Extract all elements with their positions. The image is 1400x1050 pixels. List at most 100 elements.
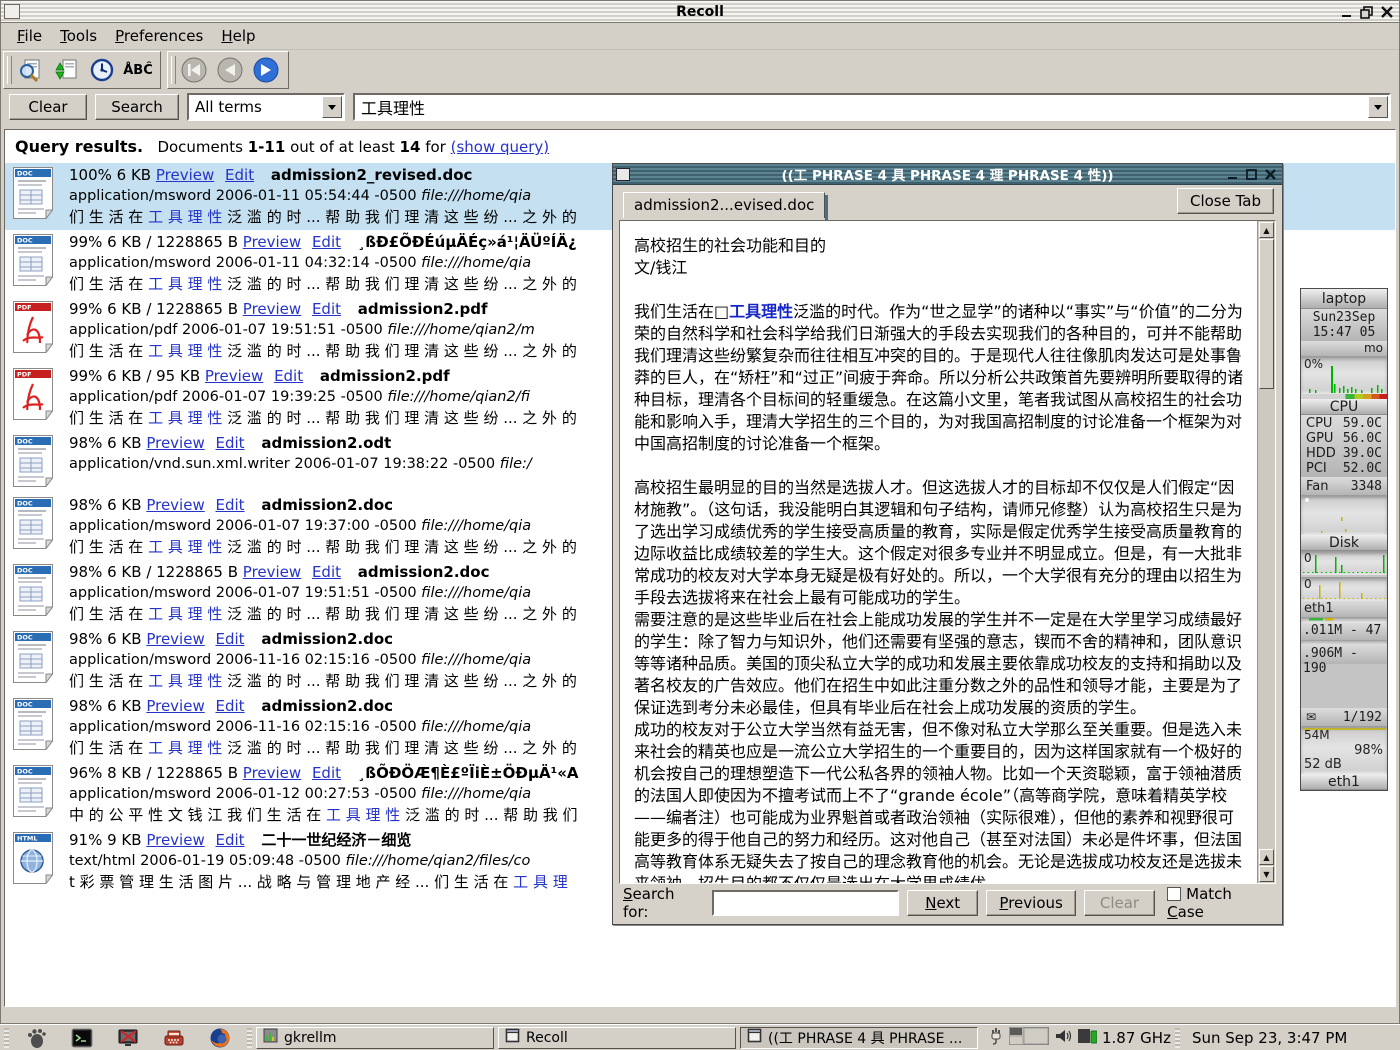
panel-handle[interactable] — [4, 1028, 9, 1048]
typewriter-icon[interactable] — [160, 1027, 188, 1049]
taskbar-task-recoll[interactable]: Recoll — [498, 1027, 736, 1049]
gnome-foot-icon[interactable] — [22, 1027, 50, 1049]
preview-document-text[interactable]: 高校招生的社会功能和目的文/钱江我们生活在□工具理性泛滥的时代。作为“世之显学”… — [620, 221, 1256, 883]
edit-link[interactable]: Edit — [216, 496, 245, 514]
edit-link[interactable]: Edit — [216, 630, 245, 648]
minimize-icon[interactable] — [1340, 5, 1354, 19]
edit-link[interactable]: Edit — [216, 697, 245, 715]
taskbar-task-phrase-4-phrase[interactable]: ((工 PHRASE 4 具 PHRASE ... — [740, 1027, 978, 1049]
taskbar-task-gkrellm[interactable]: gkrellm — [256, 1027, 494, 1049]
firefox-icon[interactable] — [206, 1027, 234, 1049]
workspace-switcher[interactable] — [1009, 1027, 1049, 1049]
preview-link[interactable]: Preview — [146, 434, 204, 452]
preview-link[interactable]: Preview — [146, 496, 204, 514]
system-tray: 1.87 GHz — [988, 1027, 1171, 1049]
preview-titlebar[interactable]: ((工 PHRASE 4 具 PHRASE 4 理 PHRASE 4 性)) — [613, 164, 1282, 185]
result-mime-line: application/msword 2006-01-12 00:27:53 -… — [69, 784, 579, 805]
result-url: file:///home/qia — [421, 188, 531, 204]
preview-link[interactable]: Preview — [146, 831, 204, 849]
next-page-icon[interactable] — [250, 55, 282, 85]
task-label: ((工 PHRASE 4 具 PHRASE ... — [768, 1028, 962, 1048]
checkbox-icon[interactable] — [1167, 887, 1181, 901]
edit-link[interactable]: Edit — [274, 367, 303, 385]
edit-link[interactable]: Edit — [216, 831, 245, 849]
gkrellm-monitor[interactable]: laptop Sun23Sep 15:47 05 mo 0% CPU CPU59… — [1300, 288, 1388, 791]
first-page-icon[interactable] — [178, 55, 210, 85]
main-titlebar[interactable]: Recoll — [1, 1, 1399, 23]
scroll-down-icon[interactable]: ▼ — [1259, 866, 1274, 882]
display-off-icon[interactable] — [114, 1027, 142, 1049]
scrollbar-thumb[interactable] — [1259, 239, 1274, 389]
mail-readout: ✉ 1/192 — [1301, 708, 1387, 726]
menu-help[interactable]: Help — [213, 24, 263, 48]
chevron-down-icon[interactable] — [1368, 96, 1388, 118]
edit-link[interactable]: Edit — [312, 233, 341, 251]
gkrellm-marquee: mo — [1301, 341, 1387, 356]
preview-link[interactable]: Preview — [156, 166, 214, 184]
menu-preferences[interactable]: Preferences — [107, 24, 211, 48]
result-snippet: 们 生 活 在 工 具 理 性 泛 滥 的 时 ... 帮 助 我 们 理 清 … — [69, 537, 577, 558]
preview-tab[interactable]: admission2...evised.doc — [623, 192, 825, 218]
panel-handle[interactable] — [247, 1028, 252, 1048]
results-total: 14 — [400, 138, 421, 156]
preview-tab-bar: admission2...evised.doc Close Tab — [613, 185, 1282, 218]
find-previous-button[interactable]: Previous — [986, 890, 1075, 916]
edit-link[interactable]: Edit — [216, 434, 245, 452]
show-query-link[interactable]: (show query) — [451, 138, 550, 156]
maximize-icon[interactable] — [1360, 5, 1374, 19]
find-clear-button[interactable]: Clear — [1084, 890, 1155, 916]
find-input[interactable] — [712, 890, 899, 916]
preview-link[interactable]: Preview — [243, 233, 301, 251]
panel-handle[interactable] — [1175, 1028, 1180, 1048]
cpufreq-icon[interactable] — [1077, 1027, 1097, 1049]
sensor-hdd: HDD39.0C — [1301, 446, 1387, 461]
document-history-icon[interactable] — [86, 55, 118, 85]
search-mode-value: All terms — [195, 98, 262, 116]
clear-button[interactable]: Clear — [9, 94, 87, 120]
search-button[interactable]: Search — [95, 94, 179, 120]
advanced-search-icon[interactable] — [14, 55, 46, 85]
preview-link[interactable]: Preview — [205, 367, 263, 385]
preview-link[interactable]: Preview — [146, 697, 204, 715]
menubar: FileToolsPreferencesHelp — [1, 23, 1399, 50]
close-tab-button[interactable]: Close Tab — [1177, 188, 1274, 214]
result-url: file:///home/qian2/files/co — [346, 853, 531, 869]
result-relevance-size: 98% 6 KB — [69, 496, 146, 514]
preview-link[interactable]: Preview — [243, 300, 301, 318]
chevron-down-icon[interactable] — [322, 96, 342, 118]
task-label: Recoll — [526, 1030, 568, 1046]
edit-link[interactable]: Edit — [312, 300, 341, 318]
pdf-file-icon: PDF — [13, 366, 69, 429]
search-mode-select[interactable]: All terms — [187, 93, 345, 121]
result-filename: ¸ßÐ£ÕÐÉúµÄÉç»á¹¦ÄÜºÍÄ¿ — [352, 233, 577, 251]
preview-scrollbar[interactable]: ▲ ▲ ▼ — [1257, 221, 1275, 883]
edit-link[interactable]: Edit — [312, 563, 341, 581]
preview-link[interactable]: Preview — [243, 764, 301, 782]
minimize-icon[interactable] — [1226, 168, 1239, 181]
preview-link[interactable]: Preview — [146, 630, 204, 648]
svg-text:PDF: PDF — [17, 371, 32, 379]
scroll-up-icon[interactable]: ▲ — [1259, 849, 1274, 865]
preview-paragraph: 我们生活在□工具理性泛滥的时代。作为“世之显学”的诸种以“事实”与“价值”的二分… — [634, 301, 1244, 455]
match-case-checkbox[interactable]: Match Case — [1167, 885, 1272, 921]
menu-file[interactable]: File — [9, 24, 50, 48]
close-icon[interactable] — [1380, 5, 1394, 19]
memory-chart: 54M 98% 52 dB — [1301, 726, 1387, 774]
preview-link[interactable]: Preview — [243, 563, 301, 581]
terminal-icon[interactable] — [68, 1027, 96, 1049]
maximize-icon[interactable] — [1245, 168, 1258, 181]
search-input[interactable]: 工具理性 — [353, 93, 1391, 121]
edit-link[interactable]: Edit — [312, 764, 341, 782]
edit-link[interactable]: Edit — [225, 166, 254, 184]
power-plug-icon[interactable] — [988, 1027, 1004, 1049]
close-icon[interactable] — [1264, 168, 1277, 181]
previous-page-icon[interactable] — [214, 55, 246, 85]
volume-icon[interactable] — [1054, 1028, 1072, 1048]
svg-text:DOC: DOC — [17, 634, 33, 642]
sensor-pci: PCI52.0C — [1301, 461, 1387, 476]
find-next-button[interactable]: Next — [907, 890, 978, 916]
menu-tools[interactable]: Tools — [52, 24, 105, 48]
scroll-up-icon[interactable]: ▲ — [1259, 222, 1274, 238]
term-explorer-icon[interactable]: ÅBĈ — [122, 55, 154, 85]
sort-parameters-icon[interactable] — [50, 55, 82, 85]
